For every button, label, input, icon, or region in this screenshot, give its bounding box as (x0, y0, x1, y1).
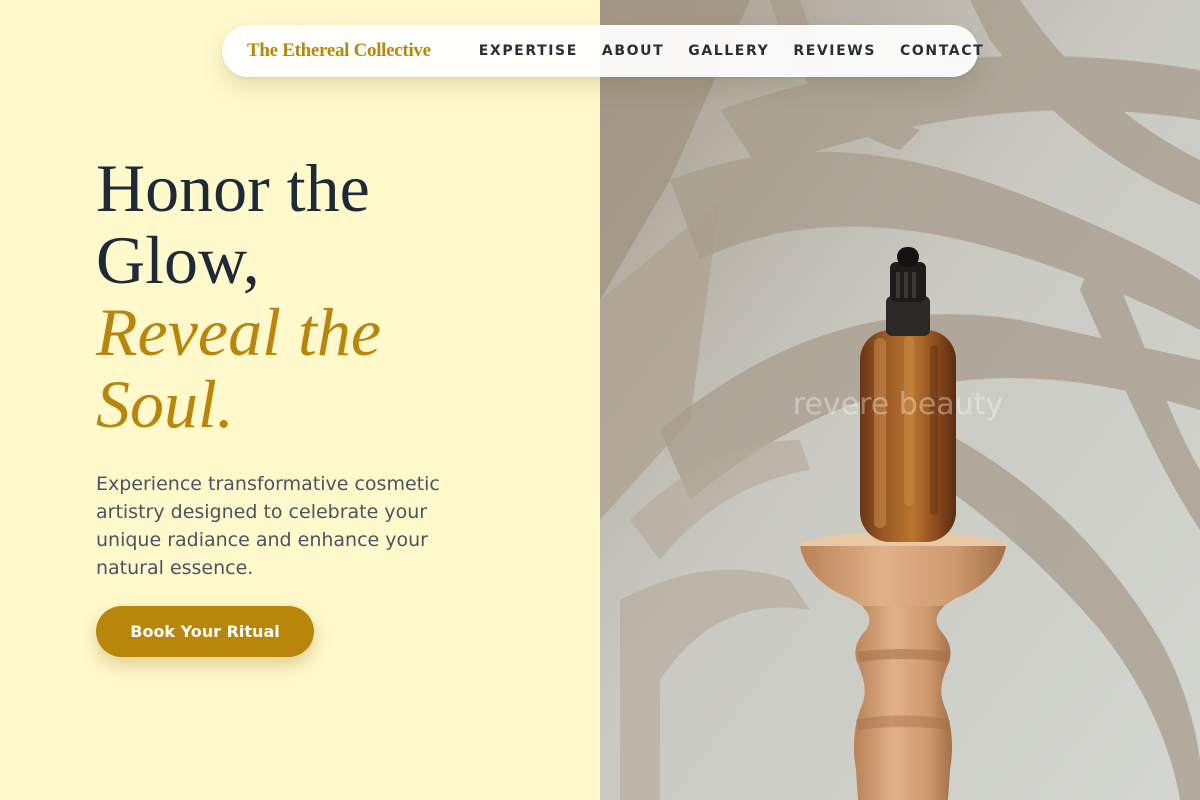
nav-link-reviews[interactable]: REVIEWS (793, 43, 876, 59)
watermark-text: revere beauty (793, 387, 1003, 422)
nav-links: EXPERTISE ABOUT GALLERY REVIEWS CONTACT (479, 43, 984, 59)
nav-link-gallery[interactable]: GALLERY (688, 43, 769, 59)
hero-headline: Honor the Glow, Reveal the Soul. (96, 152, 576, 440)
nav-link-about[interactable]: ABOUT (602, 43, 664, 59)
hero-image: revere beauty (600, 0, 1200, 800)
hero-description: Experience transformative cosmetic artis… (96, 473, 440, 579)
book-ritual-button[interactable]: Book Your Ritual (96, 606, 314, 657)
headline-accent-line-1: Reveal the (96, 294, 382, 370)
nav-link-expertise[interactable]: EXPERTISE (479, 43, 578, 59)
brand-logo[interactable]: The Ethereal Collective (247, 40, 431, 62)
headline-line-1: Honor the (96, 150, 370, 226)
hero-section: Honor the Glow, Reveal the Soul. Experie… (96, 152, 576, 582)
nav-link-contact[interactable]: CONTACT (900, 43, 984, 59)
headline-accent-line-2: Soul. (96, 366, 234, 442)
top-navigation: The Ethereal Collective EXPERTISE ABOUT … (222, 25, 983, 77)
headline-line-2: Glow, (96, 222, 260, 298)
